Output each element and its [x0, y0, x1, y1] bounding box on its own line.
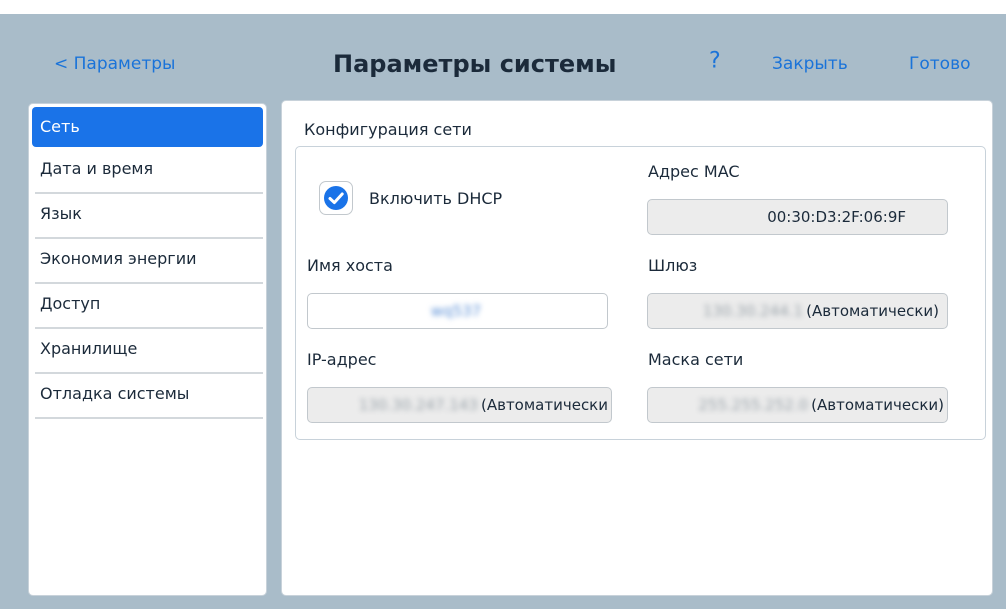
hostname-label: Имя хоста — [307, 256, 393, 275]
hostname-input[interactable]: wq537 — [307, 293, 608, 329]
mac-value: 00:30:D3:2F:06:9F — [767, 208, 906, 226]
top-strip — [0, 0, 1006, 14]
ip-label: IP-адрес — [307, 350, 377, 369]
gateway-label: Шлюз — [648, 256, 698, 275]
mac-field: 00:30:D3:2F:06:9F — [647, 199, 948, 235]
page-title: Параметры системы — [333, 50, 617, 78]
netmask-label: Маска сети — [648, 350, 744, 369]
sidebar-item-access[interactable]: Доступ — [32, 284, 263, 329]
done-button[interactable]: Готово — [909, 54, 971, 74]
hostname-value: wq537 — [430, 302, 482, 320]
gateway-field: 130.30.244.1 (Автоматически) — [647, 293, 948, 329]
sidebar: Сеть Дата и время Язык Экономия энергии … — [28, 103, 267, 596]
netmask-field: 255.255.252.0 (Автоматически) — [647, 387, 948, 423]
ip-value: 130.30.247.143 — [358, 396, 478, 414]
network-config-group: Включить DHCP Адрес MAC 00:30:D3:2F:06:9… — [295, 146, 986, 440]
dhcp-checkbox[interactable] — [319, 181, 353, 215]
ip-suffix: (Автоматически — [480, 396, 608, 414]
netmask-suffix: (Автоматически) — [811, 396, 944, 414]
netmask-value: 255.255.252.0 — [698, 396, 809, 414]
sidebar-item-network[interactable]: Сеть — [32, 107, 263, 147]
sidebar-item-language[interactable]: Язык — [32, 194, 263, 239]
mac-label: Адрес MAC — [648, 162, 740, 181]
section-title: Конфигурация сети — [304, 120, 472, 139]
close-button[interactable]: Закрыть — [772, 54, 848, 74]
main-panel: Конфигурация сети Включить DHCP Адрес MA… — [281, 100, 993, 596]
gateway-value: 130.30.244.1 — [702, 302, 804, 320]
help-button[interactable]: ? — [709, 49, 721, 74]
sidebar-item-storage[interactable]: Хранилище — [32, 329, 263, 374]
header: < Параметры Параметры системы ? Закрыть … — [0, 14, 1006, 94]
ip-field: 130.30.247.143 (Автоматически — [307, 387, 612, 423]
dhcp-label: Включить DHCP — [369, 188, 503, 208]
sidebar-item-datetime[interactable]: Дата и время — [32, 149, 263, 194]
dhcp-checkbox-row[interactable]: Включить DHCP — [319, 180, 502, 216]
sidebar-item-system-debug[interactable]: Отладка системы — [32, 374, 263, 419]
sidebar-list: Сеть Дата и время Язык Экономия энергии … — [29, 104, 266, 419]
sidebar-item-power-saving[interactable]: Экономия энергии — [32, 239, 263, 284]
checkmark-icon — [324, 186, 348, 210]
back-link[interactable]: < Параметры — [54, 54, 175, 74]
gateway-suffix: (Автоматически) — [806, 302, 939, 320]
